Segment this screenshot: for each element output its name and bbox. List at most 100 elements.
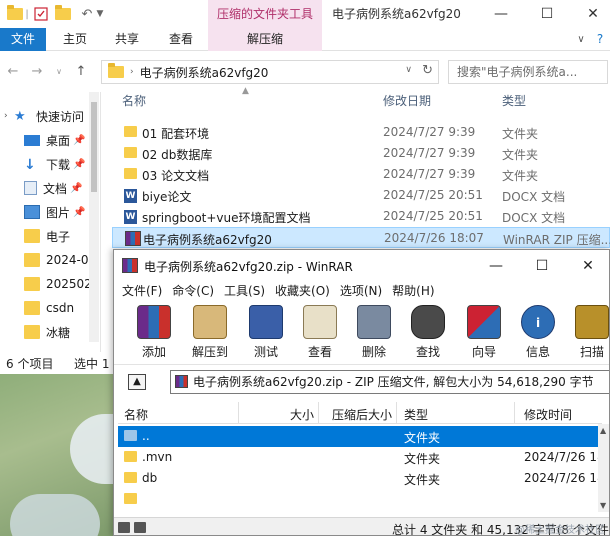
minimize-button[interactable]: — xyxy=(478,0,524,28)
sidebar-item-label: 快速访问 xyxy=(36,109,85,124)
scroll-down-icon[interactable]: ▼ xyxy=(600,501,606,510)
view-button[interactable]: 查看 xyxy=(292,305,348,363)
sidebar-item-label: 电子 xyxy=(46,229,71,244)
up-arrow-icon[interactable]: ↑ xyxy=(72,63,90,81)
recent-locations-icon[interactable]: ∨ xyxy=(50,63,68,81)
scroll-up-icon[interactable]: ▲ xyxy=(600,426,606,435)
sidebar-item-desktop[interactable]: 桌面 📌 xyxy=(0,128,100,152)
delete-icon xyxy=(357,305,391,339)
file-row[interactable]: W springboot+vue环境配置文档 2024/7/25 20:51 D… xyxy=(112,206,610,227)
archive-row-selected[interactable]: .. 文件夹 xyxy=(118,426,598,447)
file-date: 2024/7/26 18:07 xyxy=(384,231,484,245)
delete-button[interactable]: 删除 xyxy=(346,305,402,363)
help-icon[interactable]: ? xyxy=(592,28,608,51)
folder-icon xyxy=(108,63,124,78)
sidebar-item-documents[interactable]: 文档 📌 xyxy=(0,176,100,200)
tab-home[interactable]: 主页 xyxy=(54,28,96,51)
file-name: springboot+vue环境配置文档 xyxy=(142,211,311,225)
breadcrumb[interactable]: 电子病例系统a62vfg20 xyxy=(140,64,269,81)
ribbon-tabs: 文件 主页 共享 查看 解压缩 ∨ ? xyxy=(0,28,610,51)
sidebar-item-folder[interactable]: 2024-0 xyxy=(0,248,100,272)
menu-tools[interactable]: 工具(S) xyxy=(224,281,265,301)
sidebar-item-folder[interactable]: csdn xyxy=(0,296,100,320)
test-button[interactable]: 测试 xyxy=(238,305,294,363)
chevron-down-icon: › xyxy=(4,111,8,121)
address-bar[interactable]: › 电子病例系统a62vfg20 ∨ ↻ xyxy=(101,60,439,84)
scrollbar-thumb[interactable] xyxy=(91,102,97,192)
close-button[interactable]: ✕ xyxy=(570,0,610,28)
menu-help[interactable]: 帮助(H) xyxy=(392,281,434,301)
menu-commands[interactable]: 命令(C) xyxy=(172,281,214,301)
column-type[interactable]: 类型 xyxy=(502,92,526,112)
tab-view[interactable]: 查看 xyxy=(160,28,202,51)
menu-favorites[interactable]: 收藏夹(O) xyxy=(275,281,330,301)
file-row[interactable]: 03 论文文档 2024/7/27 9:39 文件夹 xyxy=(112,164,610,185)
tab-extract[interactable]: 解压缩 xyxy=(208,28,322,51)
folder-icon xyxy=(124,472,137,483)
file-row-selected[interactable]: 电子病例系统a62vfg20 2024/7/26 18:07 WinRAR ZI… xyxy=(112,227,610,248)
up-one-level-button[interactable]: ▲ xyxy=(128,374,146,390)
sidebar-item-folder[interactable]: 202502 xyxy=(0,272,100,296)
properties-icon[interactable] xyxy=(32,5,50,23)
wizard-button[interactable]: 向导 xyxy=(456,305,512,363)
tab-share[interactable]: 共享 xyxy=(106,28,148,51)
menu-file[interactable]: 文件(F) xyxy=(122,281,162,301)
file-name: 电子病例系统a62vfg20 xyxy=(143,233,272,247)
refresh-icon[interactable]: ↻ xyxy=(422,63,433,78)
column-separator[interactable] xyxy=(514,402,515,424)
column-name[interactable]: 名称 xyxy=(124,406,148,423)
column-modified[interactable]: 修改时间 xyxy=(524,406,572,423)
sidebar-item-pictures[interactable]: 图片 📌 xyxy=(0,200,100,224)
picture-icon xyxy=(24,205,40,219)
search-input[interactable]: 搜索"电子病例系统a... xyxy=(448,60,608,84)
file-row[interactable]: 01 配套环境 2024/7/27 9:39 文件夹 xyxy=(112,122,610,143)
pin-icon: 📌 xyxy=(73,206,86,218)
archive-list-scrollbar[interactable]: ▲ ▼ xyxy=(598,424,609,512)
breadcrumb-chevron-icon[interactable]: › xyxy=(130,67,134,77)
sidebar-scrollbar[interactable] xyxy=(89,92,99,342)
new-folder-icon[interactable] xyxy=(54,5,72,23)
maximize-button[interactable]: ☐ xyxy=(524,0,570,28)
column-separator[interactable] xyxy=(396,402,397,424)
column-separator[interactable] xyxy=(318,402,319,424)
close-button[interactable]: ✕ xyxy=(565,250,609,282)
info-icon: i xyxy=(521,305,555,339)
column-separator[interactable] xyxy=(238,402,239,424)
back-arrow-icon[interactable]: ← xyxy=(4,63,22,81)
tab-file[interactable]: 文件 xyxy=(0,28,46,51)
scan-button[interactable]: 扫描 xyxy=(564,305,609,363)
minimize-button[interactable]: — xyxy=(473,250,519,282)
forward-arrow-icon[interactable]: → xyxy=(28,63,46,81)
archive-path-field[interactable]: 电子病例系统a62vfg20.zip - ZIP 压缩文件, 解包大小为 54,… xyxy=(170,370,609,394)
sidebar-item-quick-access[interactable]: › ★ 快速访问 xyxy=(0,104,100,128)
find-button[interactable]: 查找 xyxy=(400,305,456,363)
sidebar-item-folder[interactable]: 冰糖 xyxy=(0,320,100,344)
pin-icon: 📌 xyxy=(73,134,86,146)
extract-to-button[interactable]: 解压到 xyxy=(182,305,238,363)
wizard-icon xyxy=(467,305,501,339)
maximize-button[interactable]: ☐ xyxy=(519,250,565,282)
find-icon xyxy=(411,305,445,339)
archive-item-type: 文件夹 xyxy=(404,452,441,466)
archive-row[interactable] xyxy=(118,489,598,507)
archive-row[interactable]: .mvn 文件夹 2024/7/26 18 xyxy=(118,447,605,468)
customize-quick-access-icon[interactable]: ▼ xyxy=(94,5,106,23)
chevron-down-icon[interactable]: ∨ xyxy=(574,28,588,51)
file-row[interactable]: 02 db数据库 2024/7/27 9:39 文件夹 xyxy=(112,143,610,164)
column-name[interactable]: 名称 xyxy=(122,92,146,112)
parent-folder-icon xyxy=(124,430,137,441)
folder-icon xyxy=(24,301,40,315)
menu-options[interactable]: 选项(N) xyxy=(340,281,382,301)
sidebar-item-downloads[interactable]: ↓ 下载 📌 xyxy=(0,152,100,176)
column-type[interactable]: 类型 xyxy=(404,406,428,423)
column-size[interactable]: 大小 xyxy=(290,406,314,423)
sidebar-item-folder[interactable]: 电子 xyxy=(0,224,100,248)
column-date[interactable]: 修改日期 xyxy=(383,92,431,112)
archive-row[interactable]: db 文件夹 2024/7/26 18 xyxy=(118,468,605,489)
info-button[interactable]: i 信息 xyxy=(510,305,566,363)
column-packed-size[interactable]: 压缩后大小 xyxy=(332,406,392,423)
file-row[interactable]: W biye论文 2024/7/25 20:51 DOCX 文档 xyxy=(112,185,610,206)
address-dropdown-icon[interactable]: ∨ xyxy=(405,65,412,75)
add-button[interactable]: 添加 xyxy=(126,305,182,363)
sidebar-item-label: 桌面 xyxy=(46,133,71,148)
